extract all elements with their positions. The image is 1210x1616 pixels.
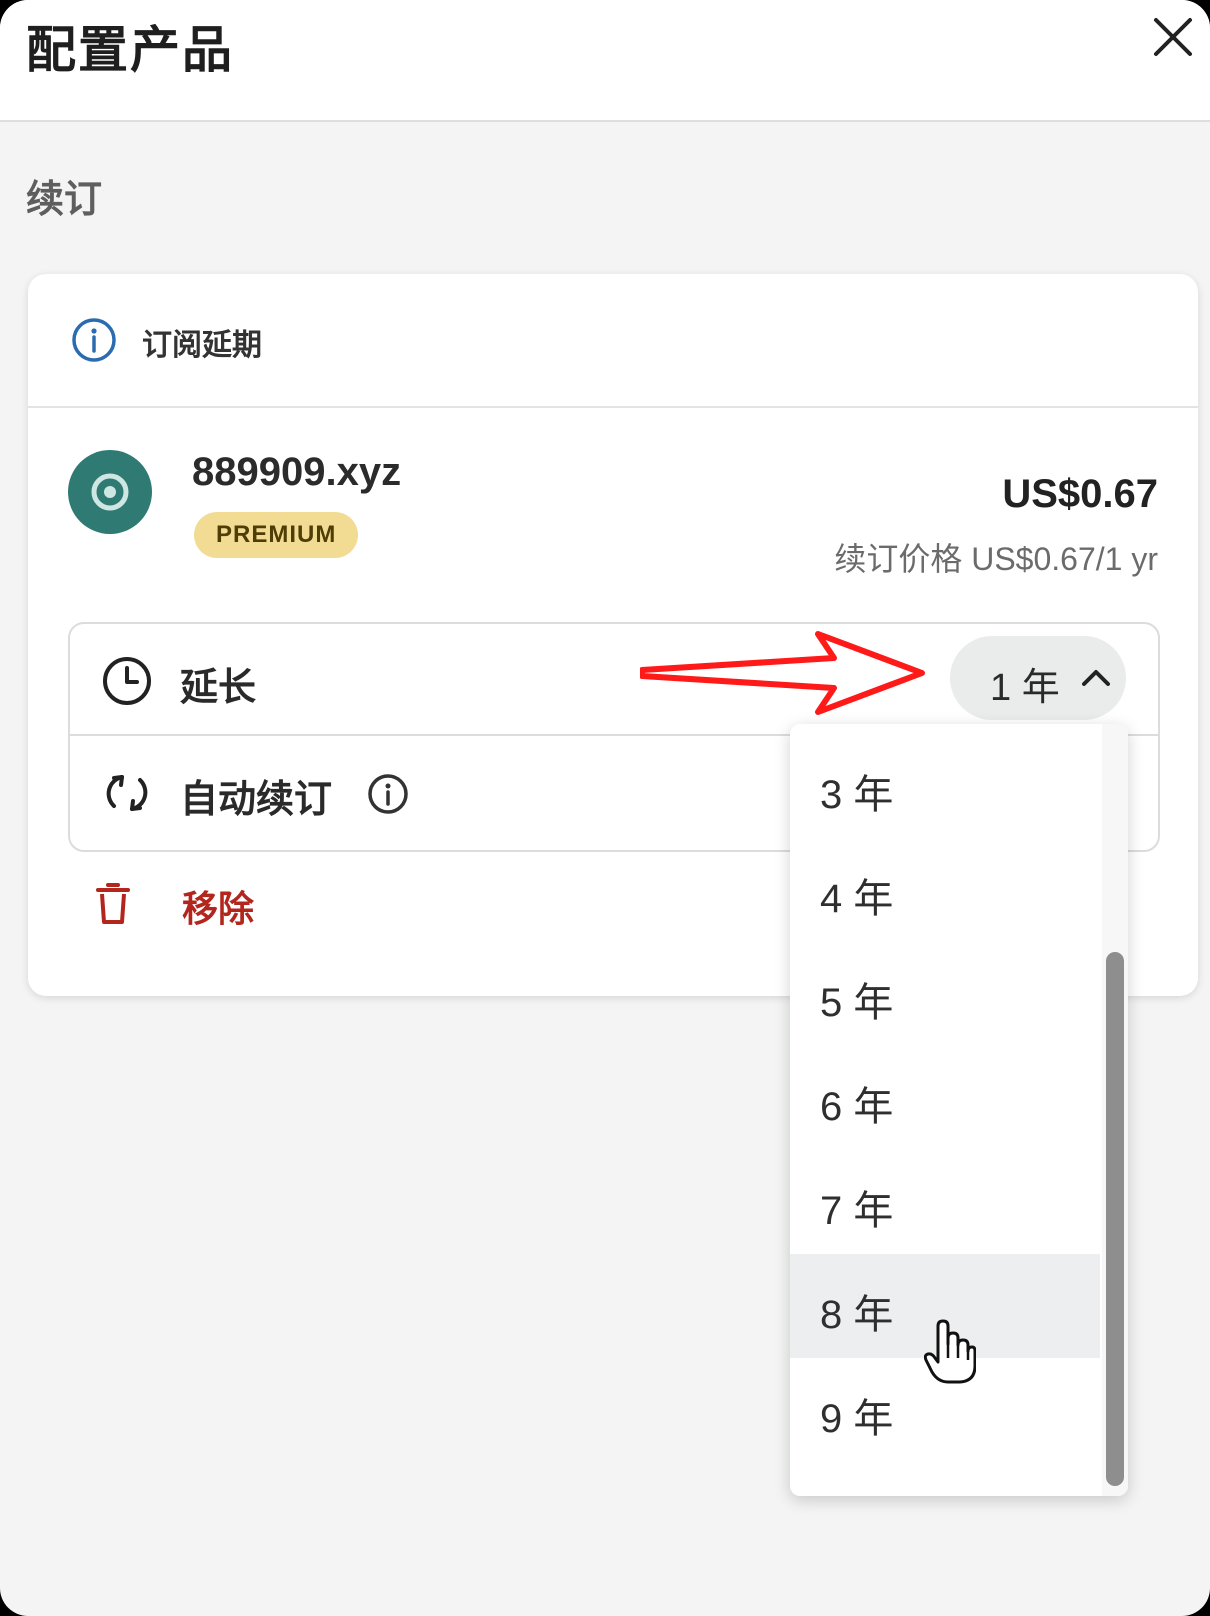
dropdown-option[interactable]: 5 年 [790, 942, 1100, 1046]
auto-renew-label: 自动续订 [180, 779, 333, 821]
close-button[interactable] [1150, 14, 1196, 60]
extend-term-select[interactable]: 1 年 [950, 636, 1126, 720]
dialog: 配置产品 续订 订阅延期 889909.xyz PREMIUM US$0.67 … [0, 0, 1210, 1616]
annotation-arrow [640, 631, 925, 715]
extend-row: 延长 1 年 [70, 624, 1158, 736]
dropdown-option-label: 3 年 [820, 773, 894, 817]
extend-label: 延长 [180, 667, 257, 709]
notice-banner: 订阅延期 [28, 274, 1198, 408]
spiral-icon [91, 467, 135, 511]
dropdown-option[interactable]: 4 年 [790, 838, 1100, 942]
close-icon [1154, 18, 1192, 56]
sync-icon [106, 775, 148, 811]
premium-badge: PREMIUM [194, 512, 359, 558]
section-label-renew: 续订 [26, 179, 103, 221]
extend-term-value: 1 年 [990, 667, 1060, 709]
dropdown-option[interactable]: 3 年 [790, 734, 1100, 838]
dropdown-option-label: 7 年 [820, 1189, 894, 1233]
trash-icon [96, 883, 130, 924]
clock-icon [103, 657, 151, 705]
chevron-up-icon [1082, 670, 1110, 686]
renew-price: 续订价格 US$0.67/1 yr [834, 541, 1158, 577]
dropdown-option[interactable]: 7 年 [790, 1150, 1100, 1254]
dropdown-option-label: 5 年 [820, 981, 894, 1025]
product-price: US$0.67 [1002, 472, 1158, 516]
dropdown-scrollbar-thumb[interactable] [1106, 952, 1124, 1486]
dialog-title: 配置产品 [26, 22, 234, 78]
hand-cursor-icon [924, 1319, 976, 1384]
dialog-header: 配置产品 [0, 0, 1210, 122]
remove-label: 移除 [182, 888, 255, 929]
product-avatar [68, 450, 152, 534]
domain-name: 889909.xyz [192, 450, 402, 494]
dropdown-option-label: 6 年 [820, 1085, 894, 1129]
notice-text: 订阅延期 [142, 329, 262, 362]
info-icon[interactable] [366, 772, 410, 816]
info-icon [72, 318, 116, 362]
dropdown-option-label: 4 年 [820, 877, 894, 921]
dropdown-option-label: 8 年 [820, 1293, 894, 1337]
dropdown-option[interactable]: 6 年 [790, 1046, 1100, 1150]
dropdown-option-label: 9 年 [820, 1397, 894, 1441]
